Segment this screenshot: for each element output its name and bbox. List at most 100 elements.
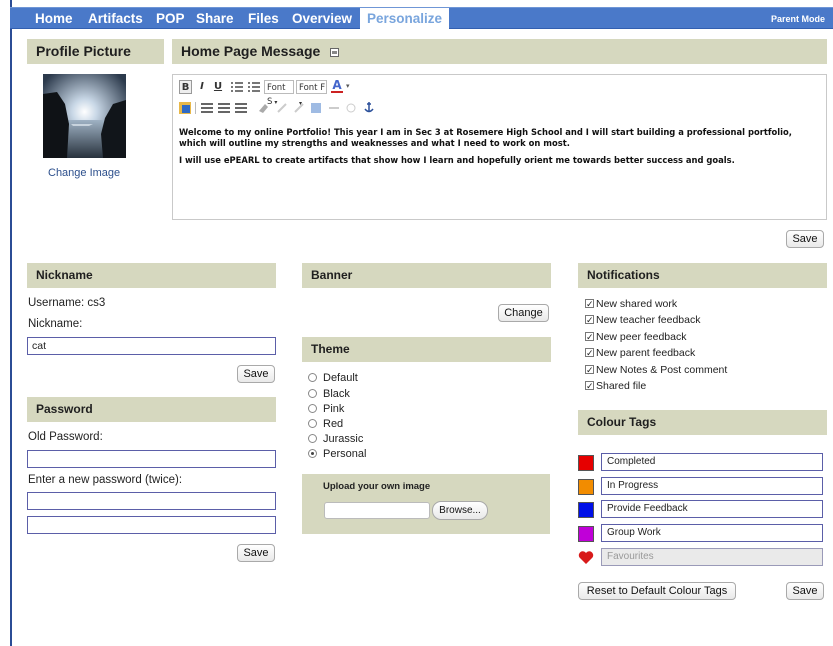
italic-button[interactable]: I — [197, 80, 207, 94]
home-page-message-title: Home Page Message — [181, 43, 321, 59]
old-password-input[interactable] — [27, 450, 276, 468]
notify-teacher-feedback[interactable]: ✓ New teacher feedback — [585, 312, 700, 327]
tab-personalize[interactable]: Personalize — [360, 8, 450, 30]
notification-label: New parent feedback — [596, 346, 696, 359]
notifications-header: Notifications — [578, 263, 827, 288]
checkbox-checked[interactable]: ✓ — [585, 299, 594, 309]
editor-content[interactable]: Welcome to my online Portfolio! This yea… — [179, 127, 819, 173]
align-center-icon[interactable] — [218, 103, 230, 113]
theme-option-black[interactable]: Black — [308, 386, 350, 401]
text-color-button[interactable]: A — [331, 79, 343, 93]
nickname-header: Nickname — [27, 263, 276, 288]
profile-image — [43, 74, 126, 158]
old-password-label: Old Password: — [28, 431, 103, 443]
radio-black[interactable] — [308, 389, 317, 398]
save-nickname-button[interactable]: Save — [237, 365, 275, 383]
notify-peer-feedback[interactable]: ✓ New peer feedback — [585, 329, 686, 344]
save-password-button[interactable]: Save — [237, 544, 275, 562]
upload-file-path[interactable] — [324, 502, 430, 519]
theme-option-personal[interactable]: Personal — [308, 446, 366, 461]
tab-pop[interactable]: POP — [156, 8, 185, 30]
nickname-input[interactable]: cat — [27, 337, 276, 355]
confirm-password-input[interactable] — [27, 516, 276, 534]
profile-picture-header: Profile Picture — [27, 39, 164, 64]
link-icon — [277, 103, 287, 113]
profile-photo-sunset — [43, 74, 126, 158]
parent-mode-link[interactable]: Parent Mode — [771, 8, 825, 30]
colour-tag-input[interactable]: Provide Feedback — [601, 500, 823, 518]
colour-swatch-purple[interactable] — [578, 526, 594, 542]
notification-label: New peer feedback — [596, 330, 687, 343]
checkbox-checked[interactable]: ✓ — [585, 315, 594, 325]
text-color-dropdown-icon[interactable]: ▾ — [346, 82, 350, 90]
password-header: Password — [27, 397, 276, 422]
notify-parent-feedback[interactable]: ✓ New parent feedback — [585, 345, 695, 360]
font-family-value: Font F — [299, 83, 326, 93]
notify-notes-post-comment[interactable]: ✓ New Notes & Post comment — [585, 362, 727, 377]
bullet-list-icon[interactable] — [231, 82, 243, 92]
notification-label: New teacher feedback — [596, 313, 701, 326]
numbered-list-icon[interactable] — [248, 82, 260, 92]
save-message-button[interactable]: Save — [786, 230, 824, 248]
heart-icon — [578, 551, 594, 564]
radio-jurassic[interactable] — [308, 434, 317, 443]
theme-option-label: Black — [323, 387, 350, 400]
rich-text-editor[interactable]: B I U Font S ▾ Font F ▾ A ▾ Welcome to m… — [172, 74, 827, 220]
checkbox-checked[interactable]: ✓ — [585, 381, 594, 391]
align-right-icon[interactable] — [235, 103, 247, 113]
browse-button[interactable]: Browse... — [432, 501, 488, 520]
editor-toolbar: B I U Font S ▾ Font F ▾ A ▾ — [173, 75, 826, 123]
upload-image-label: Upload your own image — [323, 481, 431, 492]
eraser-icon[interactable] — [257, 102, 269, 114]
radio-pink[interactable] — [308, 404, 317, 413]
notify-new-shared-work[interactable]: ✓ New shared work — [585, 296, 677, 311]
tab-share[interactable]: Share — [196, 8, 234, 30]
theme-option-label: Pink — [323, 402, 345, 415]
underline-button[interactable]: U — [213, 80, 223, 94]
message-paragraph-2: I will use ePEARL to create artifacts th… — [179, 155, 735, 165]
notify-shared-file[interactable]: ✓ Shared file — [585, 378, 646, 393]
checkbox-checked[interactable]: ✓ — [585, 348, 594, 358]
horizontal-rule-icon — [329, 107, 339, 109]
change-banner-button[interactable]: Change — [498, 304, 549, 322]
change-image-link[interactable]: Change Image — [48, 167, 120, 179]
align-left-icon[interactable] — [201, 103, 213, 113]
font-size-select[interactable]: Font S ▾ — [264, 80, 294, 107]
checkbox-checked[interactable]: ✓ — [585, 332, 594, 342]
radio-personal[interactable] — [308, 449, 317, 458]
message-paragraph-1: Welcome to my online Portfolio! This yea… — [179, 127, 792, 148]
edit-icon[interactable] — [330, 48, 340, 57]
theme-option-label: Default — [323, 371, 358, 384]
tab-overview[interactable]: Overview — [292, 8, 352, 30]
tab-home[interactable]: Home — [35, 8, 73, 30]
radio-default[interactable] — [308, 373, 317, 382]
new-password-label: Enter a new password (twice): — [28, 474, 183, 486]
tab-files[interactable]: Files — [248, 8, 279, 30]
theme-option-jurassic[interactable]: Jurassic — [308, 431, 363, 446]
colour-tag-input[interactable]: Completed — [601, 453, 823, 471]
font-family-select[interactable]: Font F ▾ — [296, 80, 327, 107]
colour-swatch-red[interactable] — [578, 455, 594, 471]
colour-tags-header: Colour Tags — [578, 410, 827, 435]
image-insert-icon — [311, 103, 321, 113]
reset-colour-tags-button[interactable]: Reset to Default Colour Tags — [578, 582, 736, 600]
colour-swatch-orange[interactable] — [578, 479, 594, 495]
theme-option-red[interactable]: Red — [308, 416, 343, 431]
colour-tag-input[interactable]: Group Work — [601, 524, 823, 542]
bold-button[interactable]: B — [179, 80, 192, 94]
save-colour-tags-button[interactable]: Save — [786, 582, 824, 600]
theme-option-pink[interactable]: Pink — [308, 401, 344, 416]
paste-word-icon[interactable] — [179, 102, 191, 114]
colour-tag-input[interactable]: In Progress — [601, 477, 823, 495]
notification-label: New Notes & Post comment — [596, 363, 728, 376]
checkbox-checked[interactable]: ✓ — [585, 365, 594, 375]
new-password-input[interactable] — [27, 492, 276, 510]
theme-option-default[interactable]: Default — [308, 370, 358, 385]
colour-swatch-blue[interactable] — [578, 502, 594, 518]
tab-artifacts[interactable]: Artifacts — [88, 8, 143, 30]
radio-red[interactable] — [308, 419, 317, 428]
theme-option-label: Jurassic — [323, 432, 364, 445]
top-navigation: Home Artifacts POP Share Files Overview … — [10, 7, 833, 30]
anchor-icon[interactable] — [363, 101, 375, 114]
upload-image-panel: Upload your own image Browse... — [302, 474, 550, 534]
